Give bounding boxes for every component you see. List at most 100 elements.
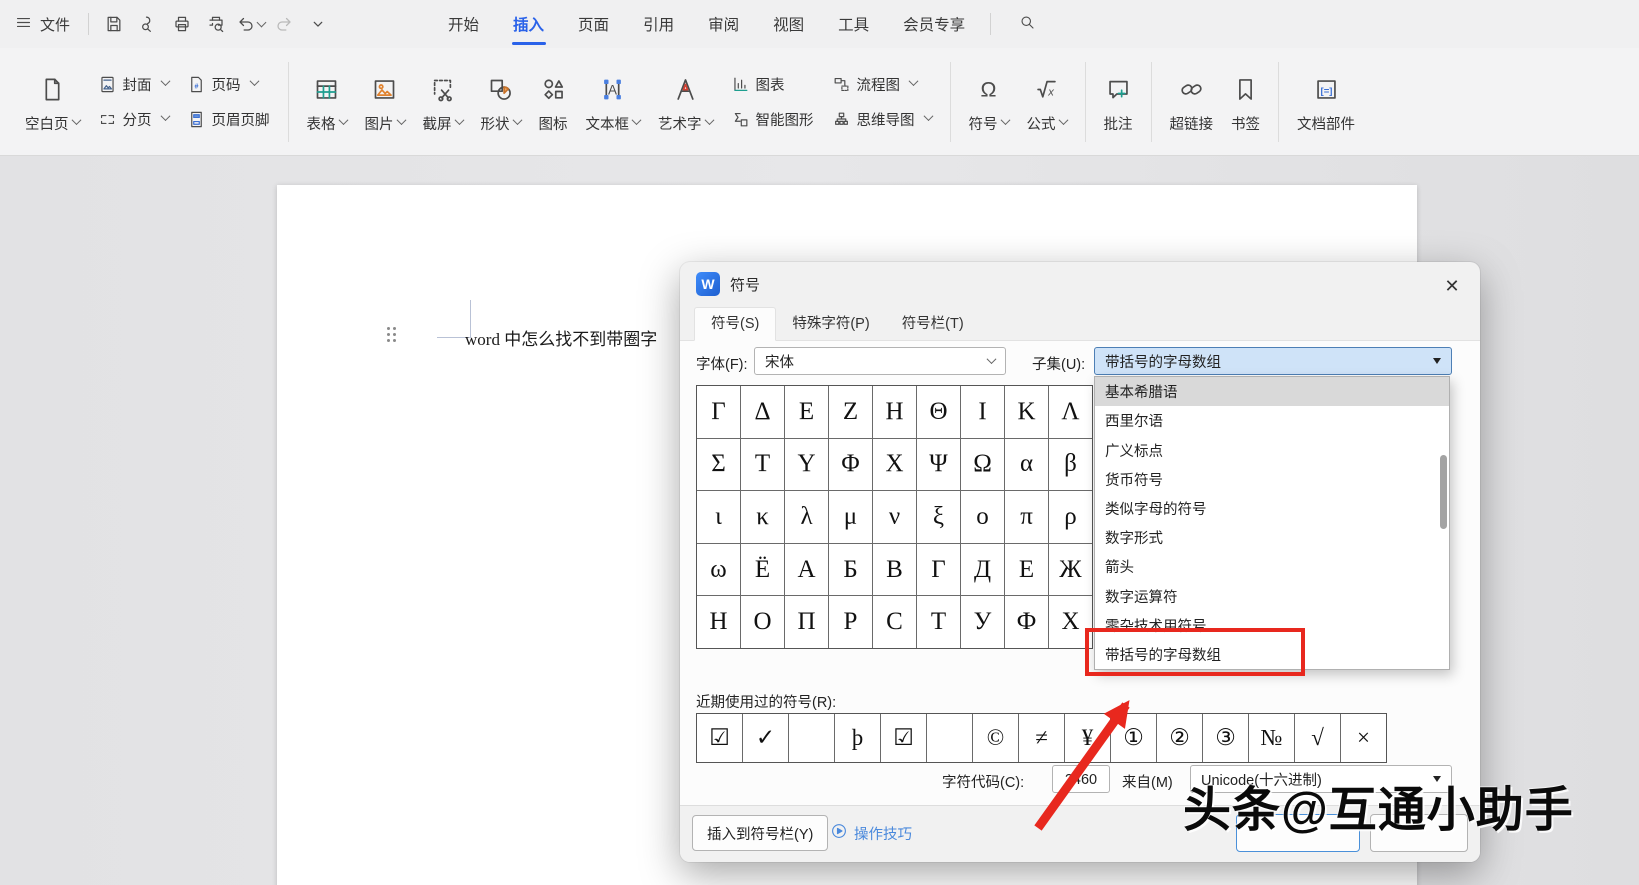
more-commands-button[interactable]	[303, 9, 333, 39]
recent-symbol-cell[interactable]: ¥	[1065, 714, 1110, 762]
symbol-cell[interactable]: Ё	[741, 544, 784, 596]
symbol-cell[interactable]: Φ	[829, 439, 872, 491]
subset-option[interactable]: 基本希腊语	[1095, 377, 1449, 406]
redo-button[interactable]	[269, 9, 299, 39]
symbol-cell[interactable]: Ω	[961, 439, 1004, 491]
symbol-cell[interactable]: β	[1049, 439, 1092, 491]
symbol-cell[interactable]: Н	[697, 596, 740, 648]
tips-link[interactable]: 操作技巧	[830, 822, 912, 844]
symbol-cell[interactable]: У	[961, 596, 1004, 648]
ribbon-tab-page[interactable]: 页面	[561, 0, 626, 48]
symbol-cell[interactable]: Г	[917, 544, 960, 596]
symbol-cell[interactable]: λ	[785, 491, 828, 543]
print-preview-button[interactable]	[201, 9, 231, 39]
subset-option[interactable]: 箭头	[1095, 552, 1449, 581]
recent-symbol-cell[interactable]: №	[1249, 714, 1294, 762]
symbol-cell[interactable]: ξ	[917, 491, 960, 543]
symbol-cell[interactable]: Σ	[697, 439, 740, 491]
recent-symbol-cell[interactable]: ≠	[1019, 714, 1064, 762]
print-button[interactable]	[167, 9, 197, 39]
symbol-cell[interactable]: Х	[1049, 596, 1092, 648]
toolbar-item-page-number[interactable]: #页码	[187, 74, 270, 95]
symbol-cell[interactable]: Ф	[1005, 596, 1048, 648]
subset-option[interactable]: 货币符号	[1095, 465, 1449, 494]
toolbar-item-cover[interactable]: 封面	[98, 74, 169, 95]
ribbon-tab-premium[interactable]: 会员专享	[886, 0, 982, 48]
symbol-cell[interactable]: ν	[873, 491, 916, 543]
toolbar-item-formula[interactable]: x公式	[1018, 54, 1076, 150]
toolbar-item-blank-page[interactable]: 空白页	[16, 54, 89, 150]
cancel-button[interactable]	[1370, 814, 1468, 852]
symbol-cell[interactable]: Ι	[961, 386, 1004, 438]
undo-button[interactable]	[235, 9, 265, 39]
popup-scrollbar-thumb[interactable]	[1440, 455, 1447, 529]
recent-symbol-cell[interactable]: √	[1295, 714, 1340, 762]
insert-button[interactable]	[1236, 814, 1360, 852]
subset-option[interactable]: 西里尔语	[1095, 406, 1449, 435]
symbol-cell[interactable]: Δ	[741, 386, 784, 438]
symbol-cell[interactable]: Ζ	[829, 386, 872, 438]
subset-option[interactable]: 数字运算符	[1095, 581, 1449, 610]
close-icon[interactable]: ✕	[1438, 274, 1466, 298]
insert-to-symbol-bar-button[interactable]: 插入到符号栏(Y)	[692, 815, 828, 851]
symbol-cell[interactable]: α	[1005, 439, 1048, 491]
symbol-cell[interactable]: Λ	[1049, 386, 1092, 438]
dialog-titlebar[interactable]: W 符号 ✕	[680, 262, 1480, 306]
symbol-cell[interactable]: Ε	[785, 386, 828, 438]
toolbar-item-hyperlink[interactable]: 超链接	[1161, 54, 1223, 150]
symbol-cell[interactable]: Е	[1005, 544, 1048, 596]
recent-symbol-cell[interactable]: ©	[973, 714, 1018, 762]
toolbar-item-page-break[interactable]: 分页	[98, 109, 169, 130]
symbol-cell[interactable]: П	[785, 596, 828, 648]
toolbar-item-screenshot[interactable]: 截屏	[414, 54, 472, 150]
recent-symbol-cell[interactable]: ②	[1157, 714, 1202, 762]
symbol-cell[interactable]: Б	[829, 544, 872, 596]
ribbon-tab-review[interactable]: 审阅	[691, 0, 756, 48]
save-button[interactable]	[99, 9, 129, 39]
toolbar-item-word-art[interactable]: 艺术字	[649, 54, 722, 150]
subset-option[interactable]: 零杂技术用符号	[1095, 611, 1449, 640]
recent-symbol-cell[interactable]: þ	[835, 714, 880, 762]
export-button[interactable]	[133, 9, 163, 39]
subset-combobox[interactable]: 带括号的字母数组	[1094, 347, 1452, 375]
toolbar-item-comment[interactable]: 批注	[1095, 54, 1142, 150]
symbol-cell[interactable]: С	[873, 596, 916, 648]
toolbar-item-header-footer[interactable]: 页眉页脚	[187, 109, 270, 130]
symbol-cell[interactable]: ρ	[1049, 491, 1092, 543]
subset-option[interactable]: 广义标点	[1095, 435, 1449, 464]
toolbar-item-smart-art[interactable]: 智能图形	[731, 109, 814, 130]
symbol-cell[interactable]: Т	[917, 596, 960, 648]
toolbar-item-mind-map[interactable]: 思维导图	[832, 109, 932, 130]
symbol-cell[interactable]: Д	[961, 544, 1004, 596]
symbol-cell[interactable]: Θ	[917, 386, 960, 438]
recent-symbol-cell[interactable]: ③	[1203, 714, 1248, 762]
symbol-cell[interactable]: Γ	[697, 386, 740, 438]
file-menu-button[interactable]: 文件	[0, 0, 80, 48]
font-combobox[interactable]: 宋体	[754, 347, 1006, 375]
toolbar-item-bookmark[interactable]: 书签	[1222, 54, 1269, 150]
symbol-cell[interactable]: В	[873, 544, 916, 596]
toolbar-item-table[interactable]: 表格	[298, 54, 356, 150]
dialog-tab-symbol-bar[interactable]: 符号栏(T)	[886, 308, 980, 340]
ribbon-tab-view[interactable]: 视图	[756, 0, 821, 48]
search-button[interactable]	[1011, 8, 1043, 40]
ribbon-tab-insert[interactable]: 插入	[496, 0, 561, 48]
paragraph-drag-handle[interactable]	[387, 327, 397, 343]
symbol-cell[interactable]: Κ	[1005, 386, 1048, 438]
ribbon-tab-reference[interactable]: 引用	[626, 0, 691, 48]
toolbar-item-icon-library[interactable]: 图标	[530, 54, 577, 150]
dialog-tab-symbols[interactable]: 符号(S)	[694, 307, 776, 341]
symbol-cell[interactable]: ο	[961, 491, 1004, 543]
toolbar-item-chart[interactable]: 图表	[731, 74, 814, 95]
symbol-cell[interactable]: Τ	[741, 439, 784, 491]
symbol-cell[interactable]: π	[1005, 491, 1048, 543]
recent-symbol-cell[interactable]: ①	[1111, 714, 1156, 762]
dialog-tab-special-chars[interactable]: 特殊字符(P)	[776, 308, 885, 340]
symbol-cell[interactable]: Υ	[785, 439, 828, 491]
recent-symbol-cell[interactable]	[927, 714, 972, 762]
recent-symbol-cell[interactable]: ☑	[881, 714, 926, 762]
ribbon-tab-tools[interactable]: 工具	[821, 0, 886, 48]
toolbar-item-picture[interactable]: 图片	[356, 54, 414, 150]
symbol-cell[interactable]: Р	[829, 596, 872, 648]
recent-symbol-cell[interactable]: ×	[1341, 714, 1386, 762]
